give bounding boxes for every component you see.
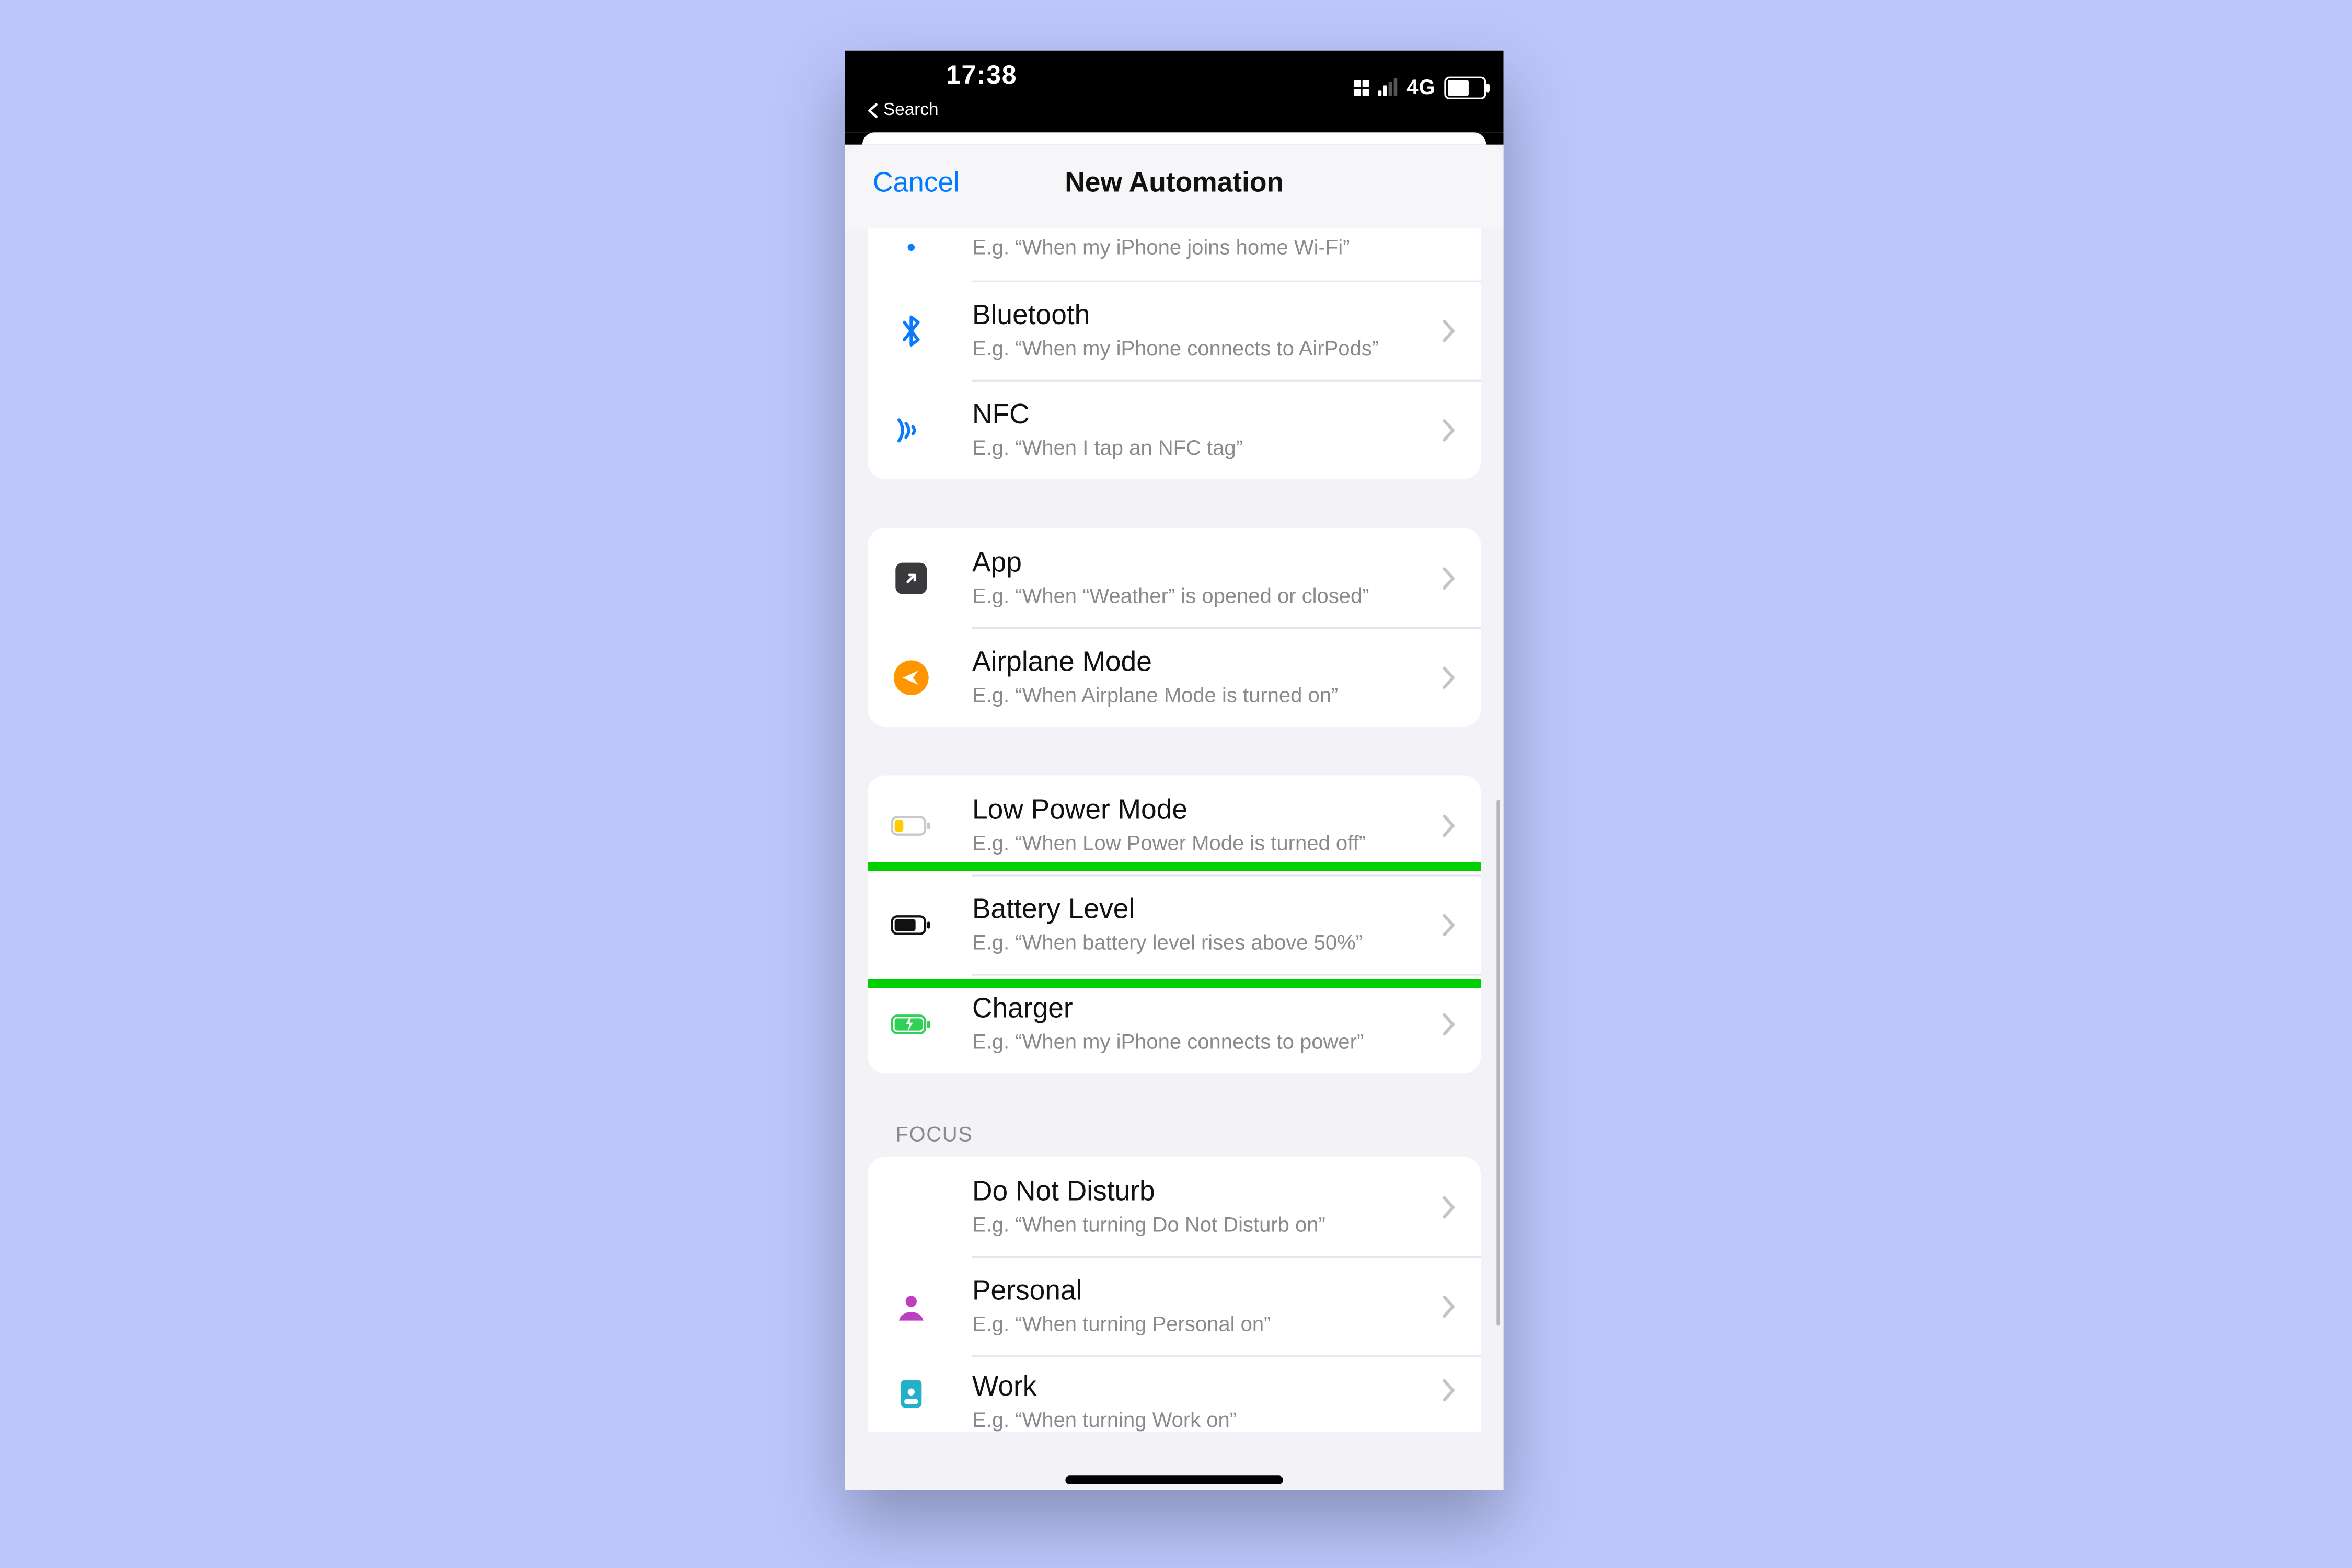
battery-icon: [1444, 76, 1486, 98]
person-icon: [890, 1285, 932, 1327]
group-system: App E.g. “When “Weather” is opened or cl…: [868, 528, 1481, 727]
app-icon: [890, 557, 932, 598]
scrollbar-indicator: [1496, 800, 1500, 1326]
dnd-moon-icon: [890, 1185, 932, 1227]
group-connectivity: E.g. “When my iPhone joins home Wi-Fi” B…: [868, 228, 1481, 479]
modal-header: Cancel New Automation: [845, 145, 1504, 230]
row-title: Battery Level: [972, 894, 1418, 929]
row-title: Do Not Disturb: [972, 1176, 1418, 1211]
chevron-right-icon: [1443, 1379, 1457, 1401]
row-title: App: [972, 547, 1418, 582]
row-subtitle: E.g. “When turning Work on”: [972, 1408, 1418, 1432]
signal-bars-icon: [1379, 78, 1398, 96]
back-chevron-icon: [868, 103, 878, 119]
modal-title: New Automation: [845, 169, 1504, 200]
status-network: 4G: [1406, 75, 1435, 99]
badge-icon: [890, 1373, 932, 1415]
row-battery-level[interactable]: Battery Level E.g. “When battery level r…: [868, 874, 1481, 974]
row-bluetooth[interactable]: Bluetooth E.g. “When my iPhone connects …: [868, 281, 1481, 380]
chevron-right-icon: [1443, 418, 1457, 441]
row-wifi[interactable]: E.g. “When my iPhone joins home Wi-Fi”: [868, 228, 1481, 281]
automation-trigger-list[interactable]: E.g. “When my iPhone joins home Wi-Fi” B…: [845, 228, 1504, 1490]
chevron-right-icon: [1443, 1295, 1457, 1317]
row-airplane-mode[interactable]: Airplane Mode E.g. “When Airplane Mode i…: [868, 627, 1481, 727]
status-back-to-app[interactable]: Search: [868, 101, 939, 120]
group-power: Low Power Mode E.g. “When Low Power Mode…: [868, 775, 1481, 1073]
home-indicator[interactable]: [1065, 1475, 1283, 1484]
row-personal-focus[interactable]: Personal E.g. “When turning Personal on”: [868, 1256, 1481, 1355]
charger-icon: [890, 1002, 932, 1044]
row-subtitle: E.g. “When my iPhone connects to power”: [972, 1030, 1418, 1054]
bluetooth-icon: [890, 309, 932, 351]
row-app[interactable]: App E.g. “When “Weather” is opened or cl…: [868, 528, 1481, 627]
chevron-right-icon: [1443, 665, 1457, 688]
chevron-right-icon: [1443, 1195, 1457, 1218]
group-focus: Do Not Disturb E.g. “When turning Do Not…: [868, 1157, 1481, 1432]
wifi-icon: [890, 228, 932, 260]
row-subtitle: E.g. “When “Weather” is opened or closed…: [972, 584, 1418, 608]
chevron-right-icon: [1443, 319, 1457, 341]
chevron-right-icon: [1443, 566, 1457, 589]
row-subtitle: E.g. “When I tap an NFC tag”: [972, 435, 1418, 460]
row-title: NFC: [972, 399, 1418, 434]
row-charger[interactable]: Charger E.g. “When my iPhone connects to…: [868, 974, 1481, 1073]
chevron-right-icon: [1443, 814, 1457, 836]
row-title: Work: [972, 1371, 1418, 1406]
row-work-focus[interactable]: Work E.g. “When turning Work on”: [868, 1355, 1481, 1432]
row-subtitle: E.g. “When my iPhone connects to AirPods…: [972, 336, 1418, 361]
chevron-right-icon: [1443, 913, 1457, 936]
low-power-icon: [890, 804, 932, 846]
row-low-power-mode[interactable]: Low Power Mode E.g. “When Low Power Mode…: [868, 775, 1481, 874]
row-title: Airplane Mode: [972, 647, 1418, 682]
row-do-not-disturb[interactable]: Do Not Disturb E.g. “When turning Do Not…: [868, 1157, 1481, 1256]
battery-level-icon: [890, 903, 932, 945]
row-subtitle: E.g. “When battery level rises above 50%…: [972, 930, 1418, 955]
signal-dots-icon: [1354, 79, 1370, 95]
status-bar: 17:38 Search 4G: [845, 51, 1504, 133]
nfc-icon: [890, 409, 932, 451]
sheet-behind-card: [862, 132, 1486, 144]
chevron-right-icon: [1443, 1012, 1457, 1035]
status-time: 17:38: [946, 61, 1017, 91]
row-title: Low Power Mode: [972, 794, 1418, 829]
row-nfc[interactable]: NFC E.g. “When I tap an NFC tag”: [868, 380, 1481, 479]
row-subtitle: E.g. “When Airplane Mode is turned on”: [972, 683, 1418, 708]
row-title: Bluetooth: [972, 299, 1418, 335]
row-title: Charger: [972, 993, 1418, 1028]
row-subtitle: E.g. “When turning Personal on”: [972, 1312, 1418, 1336]
row-subtitle: E.g. “When turning Do Not Disturb on”: [972, 1213, 1418, 1237]
section-header-focus: FOCUS: [895, 1122, 1503, 1147]
row-title: Personal: [972, 1275, 1418, 1310]
row-subtitle: E.g. “When Low Power Mode is turned off”: [972, 831, 1418, 856]
airplane-icon: [890, 656, 932, 698]
status-back-label: Search: [883, 101, 939, 120]
iphone-frame: 17:38 Search 4G Cancel New Automation: [845, 51, 1504, 1490]
row-subtitle: E.g. “When my iPhone joins home Wi-Fi”: [972, 235, 1418, 260]
